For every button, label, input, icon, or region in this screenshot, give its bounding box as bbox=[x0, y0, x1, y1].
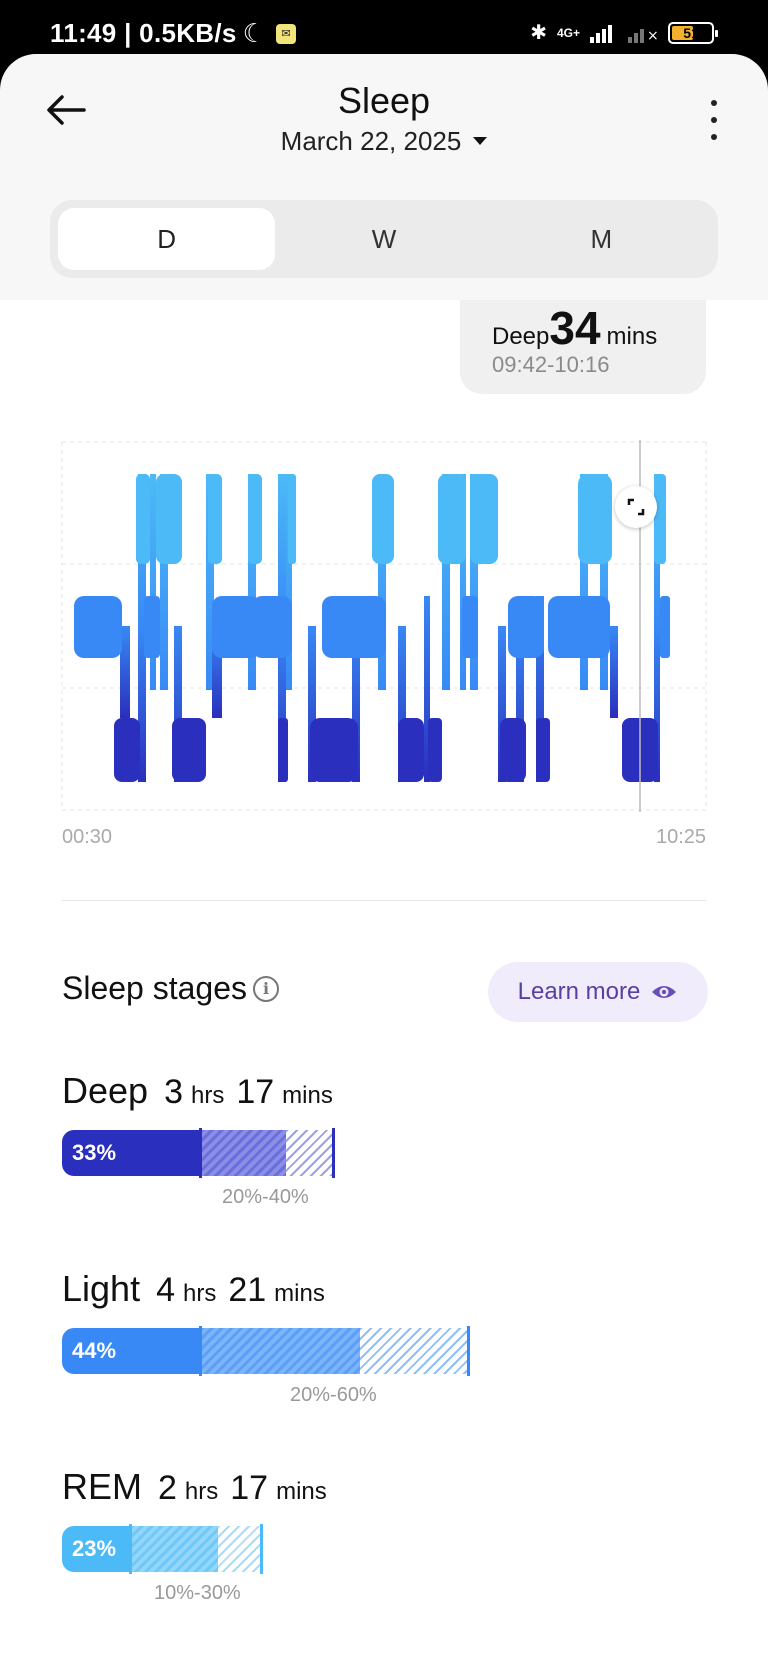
range-max-tick bbox=[332, 1128, 335, 1178]
stage-range-fill bbox=[130, 1526, 218, 1572]
expand-icon bbox=[627, 498, 645, 516]
stage-hours-unit: hrs bbox=[190, 1082, 225, 1109]
status-bar: 11:49 | 0.5KB/s ☾ ✉ ✱ 4G+ × 51 bbox=[0, 0, 768, 58]
page-title: Sleep bbox=[337, 80, 431, 121]
stage-rem: REM 2 hrs 17 mins 23% 10%-30% bbox=[62, 1466, 331, 1604]
range-max-tick bbox=[467, 1326, 470, 1376]
hypnogram-svg bbox=[61, 440, 707, 812]
rem-segments bbox=[136, 474, 666, 564]
status-icons: ✱ 4G+ × 51 bbox=[530, 20, 718, 45]
signal-icon-secondary: × bbox=[628, 28, 658, 43]
sleep-screen: Sleep March 22, 2025 D W M Deep 34 mins … bbox=[0, 54, 768, 1664]
battery-level: 51 bbox=[683, 24, 699, 41]
stage-minutes: 17 bbox=[236, 1073, 275, 1111]
range-min-tick bbox=[129, 1524, 132, 1574]
sleep-card: Deep 34 mins 09:42-10:16 00:30 10:25 Sle… bbox=[0, 300, 768, 1664]
stage-hours-unit: hrs bbox=[183, 1280, 217, 1307]
status-time-speed: 11:49 | 0.5KB/s bbox=[50, 18, 237, 48]
tab-month[interactable]: M bbox=[493, 208, 710, 270]
signal-icon bbox=[590, 24, 612, 43]
stage-range-hatch bbox=[360, 1328, 468, 1374]
stage-deep-heading: Deep 3 hrs 17 mins bbox=[62, 1070, 337, 1112]
stage-percent-bar: 44% bbox=[62, 1328, 200, 1374]
stage-name: Deep bbox=[62, 1070, 149, 1111]
stage-minutes: 17 bbox=[230, 1469, 269, 1507]
moon-icon: ☾ bbox=[242, 18, 267, 48]
more-dot bbox=[711, 134, 717, 140]
status-time: 11:49 | 0.5KB/s ☾ ✉ bbox=[50, 18, 297, 49]
stage-minutes-unit: mins bbox=[276, 1478, 327, 1505]
date-label: March 22, 2025 bbox=[280, 126, 462, 156]
network-type: 4G+ bbox=[556, 25, 580, 40]
stage-tooltip: Deep 34 mins 09:42-10:16 bbox=[460, 300, 706, 394]
stage-hours: 3 bbox=[164, 1073, 183, 1111]
tab-week[interactable]: W bbox=[275, 208, 492, 270]
more-dot bbox=[711, 117, 717, 123]
stage-rem-bar: 23% 10%-30% bbox=[62, 1518, 331, 1604]
stage-name: REM bbox=[62, 1466, 142, 1507]
more-options-button[interactable] bbox=[706, 100, 722, 140]
range-min-tick bbox=[199, 1326, 202, 1376]
stage-hours-unit: hrs bbox=[184, 1478, 219, 1505]
stage-deep: Deep 3 hrs 17 mins 33% 20%-40% bbox=[62, 1070, 337, 1208]
stage-range-label: 20%-40% bbox=[222, 1186, 309, 1208]
stage-percent-bar: 23% bbox=[62, 1526, 130, 1572]
stage-name: Light bbox=[62, 1268, 141, 1309]
bluetooth-icon: ✱ bbox=[530, 22, 547, 44]
info-icon[interactable]: i bbox=[253, 975, 280, 1002]
stage-range-hatch bbox=[218, 1526, 260, 1572]
tab-day[interactable]: D bbox=[58, 208, 276, 270]
battery-icon: 51 bbox=[668, 21, 718, 44]
period-tabs: D W M bbox=[50, 200, 718, 278]
stage-minutes-unit: mins bbox=[282, 1082, 333, 1109]
expand-chart-button[interactable] bbox=[615, 486, 657, 528]
stage-range-fill bbox=[200, 1130, 286, 1176]
tooltip-unit: mins bbox=[606, 323, 658, 350]
stage-range-label: 20%-60% bbox=[290, 1384, 377, 1406]
range-min-tick bbox=[199, 1128, 202, 1178]
x-axis-end: 10:25 bbox=[656, 826, 707, 848]
stage-rem-heading: REM 2 hrs 17 mins bbox=[62, 1466, 331, 1508]
learn-more-label: Learn more bbox=[517, 978, 641, 1005]
sleep-stages-header: Sleep stages i bbox=[62, 970, 280, 1007]
date-selector[interactable]: March 22, 2025 bbox=[0, 126, 768, 157]
stage-deep-bar: 33% 20%-40% bbox=[62, 1122, 337, 1208]
stage-range-fill bbox=[200, 1328, 360, 1374]
stage-range-hatch bbox=[286, 1130, 334, 1176]
eye-icon bbox=[652, 986, 677, 998]
range-max-tick bbox=[260, 1524, 263, 1574]
hypnogram-chart[interactable] bbox=[60, 440, 708, 812]
stage-minutes: 21 bbox=[228, 1271, 267, 1309]
app-notification-icon: ✉ bbox=[276, 23, 297, 44]
tooltip-range: 09:42-10:16 bbox=[492, 352, 610, 377]
tooltip-stage: Deep bbox=[492, 323, 550, 350]
section-divider bbox=[62, 900, 706, 901]
stage-hours: 2 bbox=[158, 1469, 177, 1507]
stage-percent-bar: 33% bbox=[62, 1130, 200, 1176]
stage-minutes-unit: mins bbox=[274, 1280, 325, 1307]
stage-light: Light 4 hrs 21 mins 44% 20%-60% bbox=[62, 1268, 470, 1406]
learn-more-button[interactable]: Learn more bbox=[488, 962, 708, 1022]
stage-light-bar: 44% 20%-60% bbox=[62, 1320, 470, 1406]
sleep-stages-title: Sleep stages bbox=[62, 970, 248, 1006]
svg-text:×: × bbox=[647, 28, 658, 43]
caret-down-icon bbox=[473, 137, 488, 146]
more-dot bbox=[711, 100, 717, 106]
stage-hours: 4 bbox=[156, 1271, 175, 1309]
tooltip-duration: 34 bbox=[549, 302, 601, 354]
stage-range-label: 10%-30% bbox=[154, 1582, 241, 1604]
deep-segments bbox=[114, 718, 658, 782]
x-axis-start: 00:30 bbox=[62, 826, 113, 848]
stage-light-heading: Light 4 hrs 21 mins bbox=[62, 1268, 329, 1310]
